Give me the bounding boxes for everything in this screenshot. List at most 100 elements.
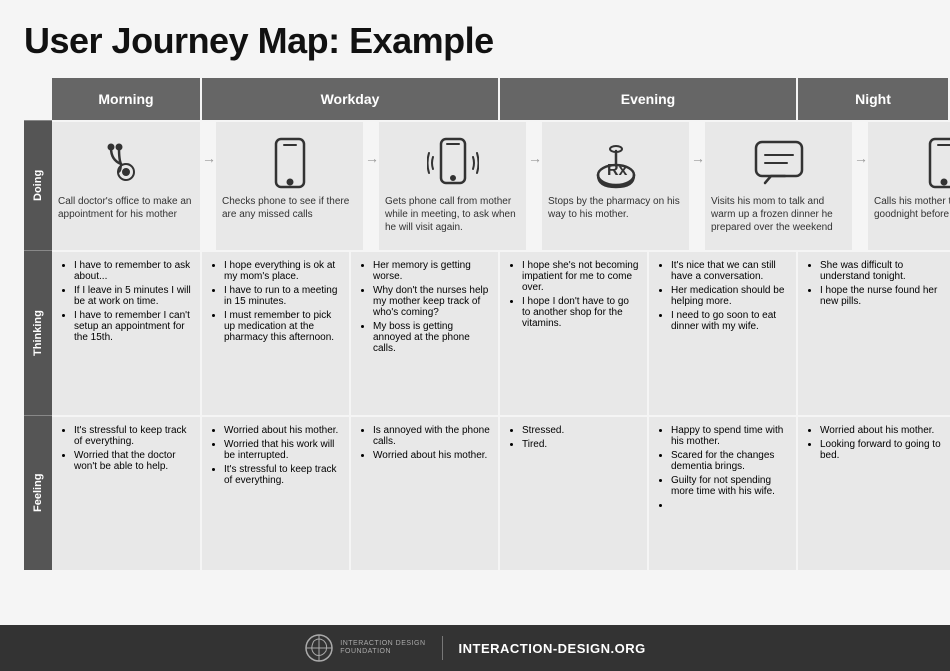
svg-text:Rx: Rx [607,162,628,179]
phase-evening: Evening [500,78,798,120]
list-item: I have to remember I can't setup an appo… [74,310,192,343]
feeling-morning: It's stressful to keep track of everythi… [52,417,202,570]
feeling-evening2-list: Happy to spend time with his mother. Sca… [657,425,788,511]
phase-night: Night [798,78,950,120]
feeling-evening1-list: Stressed. Tired. [508,425,639,450]
doing-night: Calls his mother to say goodnight before… [868,122,950,250]
list-item: I hope everything is ok at my mom's plac… [224,260,341,282]
arrow-2: → [365,122,379,250]
list-item: It's stressful to keep track of everythi… [224,464,341,486]
list-item: Is annoyed with the phone calls. [373,425,490,447]
list-item: It's stressful to keep track of everythi… [74,425,192,447]
feeling-evening2: Happy to spend time with his mother. Sca… [649,417,798,570]
arrow-5: → [854,122,868,250]
list-item: It's nice that we can still have a conve… [671,260,788,282]
thinking-morning: I have to remember to ask about... If I … [52,252,202,415]
footer-org-top: INTERACTION DESIGN [340,640,425,648]
doing-evening2: Visits his mom to talk and warm up a fro… [705,122,854,250]
doing-evening2-text: Visits his mom to talk and warm up a fro… [711,195,846,234]
thinking-night-list: She was difficult to understand tonight.… [806,260,942,307]
thinking-evening1-list: I hope she's not becoming impatient for … [508,260,639,329]
list-item: I hope the nurse found her new pills. [820,285,942,307]
list-item: I hope I don't have to go to another sho… [522,296,639,329]
thinking-night: She was difficult to understand tonight.… [798,252,950,415]
feeling-label: Feeling [24,415,52,570]
list-item: Happy to spend time with his mother. [671,425,788,447]
doing-workday2: Gets phone call from mother while in mee… [379,122,528,250]
footer-divider [442,636,443,660]
grid-area: Morning Workday Evening Night [52,78,950,570]
doing-morning: Call doctor's office to make an appointm… [52,122,202,250]
list-item: Worried about his mother. [820,425,942,436]
list-item: Looking forward to going to bed. [820,439,942,461]
thinking-row: I have to remember to ask about... If I … [52,250,950,415]
thinking-evening1: I hope she's not becoming impatient for … [500,252,649,415]
thinking-workday1: I hope everything is ok at my mom's plac… [202,252,351,415]
list-item: Worried that his work will be interrupte… [224,439,341,461]
page-title: User Journey Map: Example [24,20,926,62]
thinking-evening2: It's nice that we can still have a conve… [649,252,798,415]
list-item: I must remember to pick up medication at… [224,310,341,343]
list-item: She was difficult to understand tonight. [820,260,942,282]
footer-org-bottom: FOUNDATION [340,648,425,656]
phone2-icon [874,130,950,195]
chat-icon [711,130,846,195]
list-item: If I leave in 5 minutes I will be at wor… [74,285,192,307]
list-item: Stressed. [522,425,639,436]
prescription-icon: Rx [548,130,683,195]
list-item: Her memory is getting worse. [373,260,490,282]
list-item: My boss is getting annoyed at the phone … [373,321,490,354]
feeling-workday2-list: Is annoyed with the phone calls. Worried… [359,425,490,461]
feeling-row: It's stressful to keep track of everythi… [52,415,950,570]
list-item: Worried that the doctor won't be able to… [74,450,192,472]
thinking-workday2: Her memory is getting worse. Why don't t… [351,252,500,415]
list-item: Scared for the changes dementia brings. [671,450,788,472]
feeling-night: Worried about his mother. Looking forwar… [798,417,950,570]
feeling-workday2: Is annoyed with the phone calls. Worried… [351,417,500,570]
phase-morning: Morning [52,78,202,120]
arrow-1: → [202,122,216,250]
list-item: Worried about his mother. [224,425,341,436]
list-item: Tired. [522,439,639,450]
list-item: Her medication should be helping more. [671,285,788,307]
doing-label: Doing [24,120,52,250]
list-item: I have to run to a meeting in 15 minutes… [224,285,341,307]
feeling-workday1: Worried about his mother. Worried that h… [202,417,351,570]
footer-url: INTERACTION-DESIGN.ORG [459,641,646,656]
thinking-evening2-list: It's nice that we can still have a conve… [657,260,788,332]
phone-icon [222,130,357,195]
list-item: Worried about his mother. [373,450,490,461]
arrow-4: → [691,122,705,250]
feeling-morning-list: It's stressful to keep track of everythi… [60,425,192,472]
list-item [671,500,788,511]
feeling-night-list: Worried about his mother. Looking forwar… [806,425,942,461]
list-item: I need to go soon to eat dinner with my … [671,310,788,332]
arrow-3: → [528,122,542,250]
phone-ring-icon [385,130,520,195]
thinking-workday2-list: Her memory is getting worse. Why don't t… [359,260,490,354]
feeling-workday1-list: Worried about his mother. Worried that h… [210,425,341,486]
doing-workday1: Checks phone to see if there are any mis… [216,122,365,250]
doing-workday2-text: Gets phone call from mother while in mee… [385,195,520,234]
stethoscope-icon [58,130,194,195]
doing-evening1: Rx Stops by the pharmacy on his way to h… [542,122,691,250]
thinking-morning-list: I have to remember to ask about... If I … [60,260,192,343]
doing-evening1-text: Stops by the pharmacy on his way to his … [548,195,683,221]
doing-row: Call doctor's office to make an appointm… [52,120,950,250]
footer-logo: INTERACTION DESIGN FOUNDATION [304,633,425,663]
list-item: I have to remember to ask about... [74,260,192,282]
row-labels: Doing Thinking Feeling [24,78,52,570]
doing-night-text: Calls his mother to say goodnight before… [874,195,950,221]
list-item: I hope she's not becoming impatient for … [522,260,639,293]
thinking-workday1-list: I hope everything is ok at my mom's plac… [210,260,341,343]
footer: INTERACTION DESIGN FOUNDATION INTERACTIO… [0,625,950,671]
doing-morning-text: Call doctor's office to make an appointm… [58,195,194,221]
idf-logo-icon [304,633,334,663]
list-item: Why don't the nurses help my mother keep… [373,285,490,318]
list-item: Guilty for not spending more time with h… [671,475,788,497]
phase-workday: Workday [202,78,500,120]
thinking-label: Thinking [24,250,52,415]
phase-headers: Morning Workday Evening Night [52,78,950,120]
doing-workday1-text: Checks phone to see if there are any mis… [222,195,357,221]
feeling-evening1: Stressed. Tired. [500,417,649,570]
